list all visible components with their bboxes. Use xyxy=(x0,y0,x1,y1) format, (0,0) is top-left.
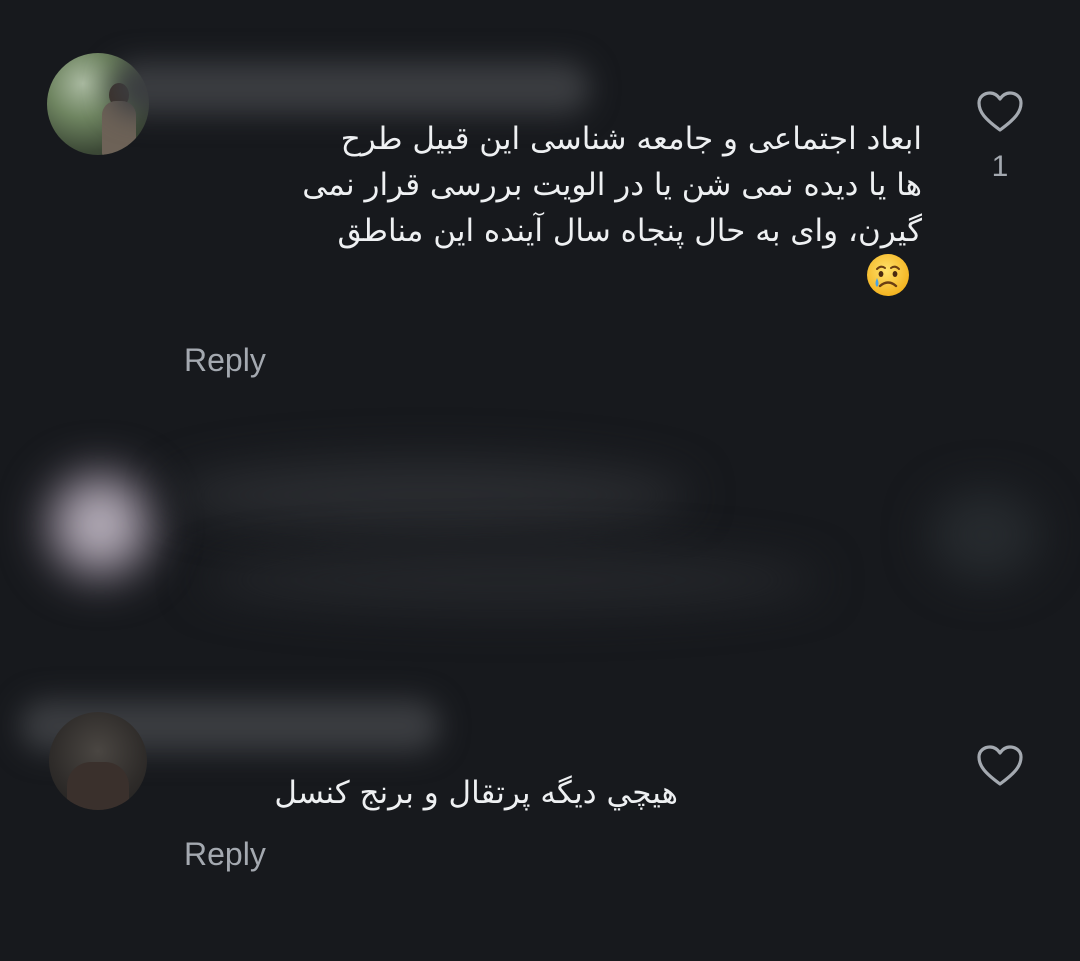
like-count: 1 xyxy=(991,150,1009,183)
like-button[interactable]: 1 xyxy=(975,90,1025,184)
comment-line: ابعاد اجتماعی و جامعه شناسی این قبیل طرح xyxy=(340,121,922,157)
comment-text: ابعاد اجتماعی و جامعه شناسی این قبیل طرح… xyxy=(162,116,922,322)
comment-text: هيچي ديگه پرتقال و برنج كنسل xyxy=(274,775,678,811)
blurred-avatar xyxy=(45,470,155,580)
comments-thread: ابعاد اجتماعی و جامعه شناسی این قبیل طرح… xyxy=(0,0,1080,961)
comment-line: گیرن، وای به حال پنجاه سال آینده این منا… xyxy=(337,213,922,249)
reply-button[interactable]: Reply xyxy=(184,342,266,379)
like-button[interactable] xyxy=(975,744,1025,792)
heart-outline-icon xyxy=(977,91,1023,132)
blurred-username xyxy=(110,62,590,114)
heart-outline-icon xyxy=(977,745,1023,786)
comment-line: ها یا دیده نمی شن یا در الویت بررسی قرار… xyxy=(302,167,922,203)
crying-face-icon xyxy=(865,252,911,298)
blurred-comment xyxy=(0,420,1080,640)
crying-face-emoji: 😢 xyxy=(921,276,922,322)
reply-button[interactable]: Reply xyxy=(184,836,266,873)
